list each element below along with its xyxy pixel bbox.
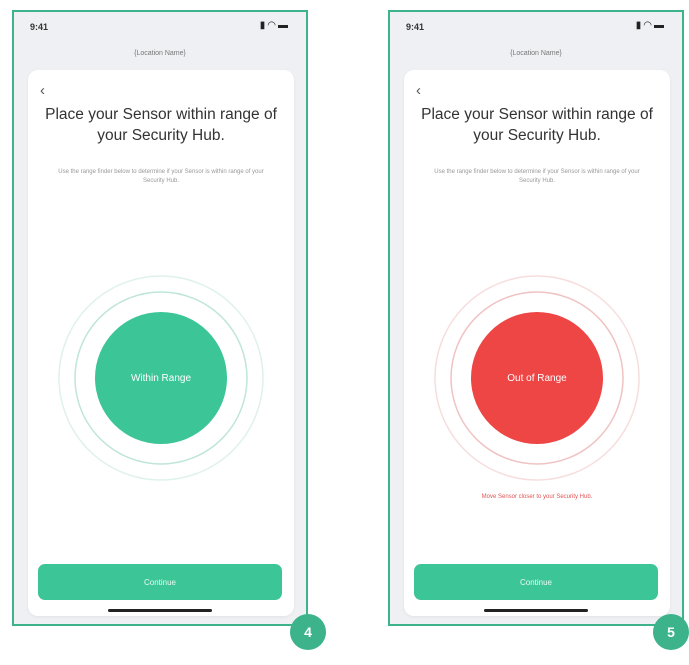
range-status-label: Out of Range [507,372,567,384]
instructions-text: Use the range finder below to determine … [58,169,264,184]
status-time: 9:41 [406,22,425,32]
step-badge: 5 [653,614,689,650]
page-title: Place your Sensor within range of your S… [421,106,653,144]
range-status-label: Within Range [130,372,192,384]
status-icons: ▮◠▬ [260,20,290,31]
setup-card: ‹ Place your Sensor within range of your… [28,70,294,616]
location-name: {Location Name} [510,50,562,57]
wifi-icon: ◠ [267,20,278,31]
step-badge: 4 [290,614,326,650]
chevron-left-icon[interactable]: ‹ [40,82,45,99]
chevron-left-icon[interactable]: ‹ [416,82,421,99]
wifi-icon: ◠ [643,20,654,31]
home-indicator[interactable] [108,609,212,612]
range-indicator-within: Within Range [95,312,227,444]
battery-icon: ▬ [654,20,666,31]
page-title: Place your Sensor within range of your S… [45,106,277,144]
instructions-text: Use the range finder below to determine … [434,169,640,184]
home-indicator[interactable] [484,609,588,612]
continue-button[interactable]: Continue [38,564,282,600]
status-icons: ▮◠▬ [636,20,666,31]
status-bar: 9:41 ▮◠▬ [14,20,306,38]
status-bar: 9:41 ▮◠▬ [390,20,682,38]
warning-text: Move Sensor closer to your Security Hub. [481,494,593,500]
phone-screen-out-of-range: 9:41 ▮◠▬ {Location Name} ‹ Place your Se… [388,10,684,626]
battery-icon: ▬ [278,20,290,31]
status-time: 9:41 [30,22,49,32]
phone-screen-within-range: 9:41 ▮◠▬ {Location Name} ‹ Place your Se… [12,10,308,626]
range-indicator-out: Out of Range [471,312,603,444]
continue-button[interactable]: Continue [414,564,658,600]
setup-card: ‹ Place your Sensor within range of your… [404,70,670,616]
location-name: {Location Name} [134,50,186,57]
